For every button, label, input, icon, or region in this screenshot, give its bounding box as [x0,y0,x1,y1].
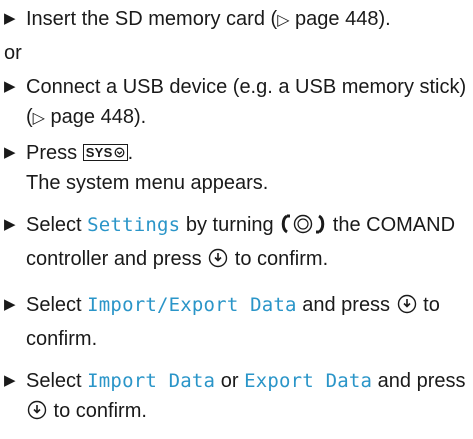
page-ref-text: page 448 [289,8,379,30]
step-select-import-export: ▶ Select Import/Export Data and press to… [4,290,469,354]
bullet-icon: ▶ [4,144,16,161]
step-text: Insert the SD memory card ( [26,8,278,30]
menu-term-import-data: Import Data [87,370,216,392]
controller-press-icon [26,399,48,430]
step-text-end: ). [378,8,391,30]
sys-key-label: SYS [85,145,113,160]
bullet-icon: ▶ [4,10,16,27]
page-ref-icon: ▷ [32,110,45,127]
instruction-list: ▶ Insert the SD memory card (▷ page 448)… [4,4,469,430]
step-result: The system menu appears. [26,172,269,194]
step-text-end: . [127,142,134,164]
controller-press-icon [396,293,418,324]
sys-key-icon: SYS [82,144,128,161]
bullet-icon: ▶ [4,78,16,95]
step-text: Press [26,142,83,164]
bullet-icon: ▶ [4,296,16,313]
step-select-settings: ▶ Select Settings by turning the COMAND … [4,210,469,278]
or-separator: or [4,42,22,64]
step-text: to confirm. [48,400,147,422]
step-insert-sd-card: ▶ Insert the SD memory card (▷ page 448)… [4,4,469,36]
bullet-icon: ▶ [4,372,16,389]
menu-term-settings: Settings [87,214,181,236]
step-text: to confirm. [229,248,329,270]
step-text: by turning [180,214,280,236]
step-text: and press [372,370,466,392]
step-text-end: ). [133,106,147,128]
controller-press-icon [207,247,229,278]
menu-term-export-data: Export Data [244,370,373,392]
step-connect-usb: ▶ Connect a USB device (e.g. a USB memor… [4,72,469,134]
step-text: Select [26,370,88,392]
controller-turn-icon [279,213,327,244]
step-text: Select [26,214,88,236]
step-text: or [215,370,245,392]
step-select-import-or-export: ▶ Select Import Data or Export Data and … [4,366,469,430]
page-ref-text: page 448 [44,106,134,128]
bullet-icon: ▶ [4,216,16,233]
menu-term-import-export-data: Import/Export Data [87,294,297,316]
step-press-sys: ▶ Press SYS. The system menu appears. [4,138,469,198]
step-text: Select [26,294,88,316]
page-ref-icon: ▷ [277,12,290,29]
step-text: and press [296,294,396,316]
